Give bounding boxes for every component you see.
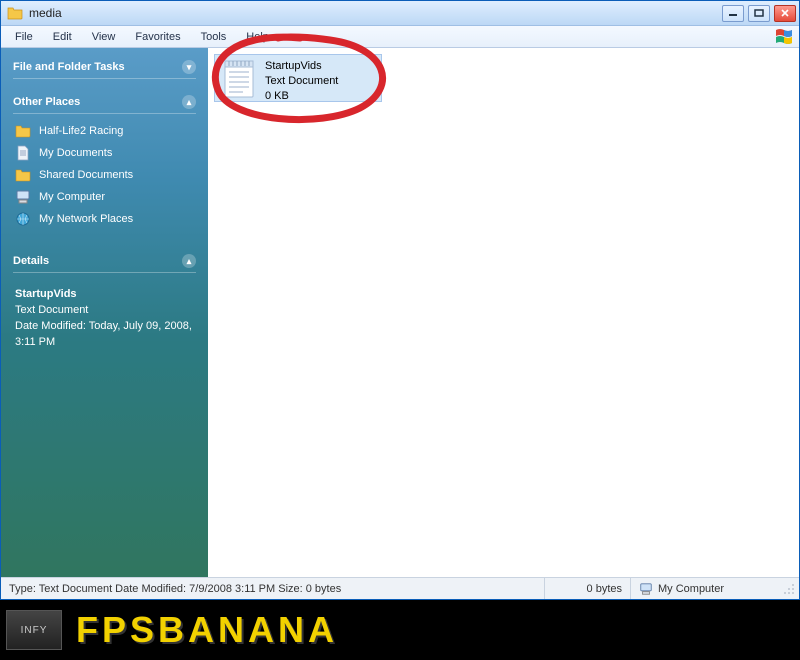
file-name: StartupVids	[265, 59, 338, 74]
window-title: media	[29, 6, 722, 20]
sidebar-item-network[interactable]: My Network Places	[13, 208, 196, 230]
sidebar-item-label: Half-Life2 Racing	[39, 125, 123, 137]
close-button[interactable]	[774, 5, 796, 22]
sidebar-header-label: File and Folder Tasks	[13, 61, 125, 73]
network-icon	[15, 211, 31, 227]
menu-view[interactable]: View	[82, 28, 126, 46]
sidebar-header-places[interactable]: Other Places ▴	[13, 95, 196, 114]
explorer-window: media File Edit View Favorites Tools Hel…	[0, 0, 800, 600]
status-bar: Type: Text Document Date Modified: 7/9/2…	[1, 577, 799, 599]
folder-icon	[15, 167, 31, 183]
window-body: File and Folder Tasks ▾ Other Places ▴ H…	[1, 48, 799, 577]
menu-bar: File Edit View Favorites Tools Help	[1, 26, 799, 48]
folder-icon	[7, 5, 23, 21]
sidebar-item-label: My Computer	[39, 191, 105, 203]
sidebar-header-label: Details	[13, 255, 49, 267]
sidebar-section-details: Details ▴	[1, 248, 208, 283]
sidebar-item-hl2racing[interactable]: Half-Life2 Racing	[13, 120, 196, 142]
document-icon	[15, 145, 31, 161]
menu-file[interactable]: File	[5, 28, 43, 46]
minimize-button[interactable]	[722, 5, 744, 22]
status-location: My Computer	[631, 578, 781, 599]
sidebar-item-label: My Network Places	[39, 213, 133, 225]
maximize-button[interactable]	[748, 5, 770, 22]
sidebar-item-mycomputer[interactable]: My Computer	[13, 186, 196, 208]
sidebar-item-mydocuments[interactable]: My Documents	[13, 142, 196, 164]
sidebar-item-label: Shared Documents	[39, 169, 133, 181]
footer-badge: INFY	[6, 610, 62, 650]
sidebar-item-shareddocs[interactable]: Shared Documents	[13, 164, 196, 186]
menu-edit[interactable]: Edit	[43, 28, 82, 46]
text-document-icon	[221, 59, 257, 99]
sidebar-section-places: Other Places ▴ Half-Life2 Racing My Docu…	[1, 89, 208, 234]
sidebar-panel: File and Folder Tasks ▾ Other Places ▴ H…	[1, 48, 208, 577]
file-item-text: StartupVids Text Document 0 KB	[265, 59, 338, 97]
status-left: Type: Text Document Date Modified: 7/9/2…	[1, 578, 545, 599]
footer-brand: FPSBANANA	[76, 609, 338, 651]
chevron-down-icon: ▾	[182, 60, 196, 74]
windows-flag-icon	[775, 29, 793, 45]
menu-favorites[interactable]: Favorites	[125, 28, 190, 46]
status-bytes: 0 bytes	[545, 578, 631, 599]
chevron-up-icon: ▴	[182, 254, 196, 268]
sidebar-item-label: My Documents	[39, 147, 112, 159]
computer-icon	[639, 582, 653, 596]
sidebar-section-tasks: File and Folder Tasks ▾	[1, 54, 208, 89]
file-item-startupvids[interactable]: StartupVids Text Document 0 KB	[214, 54, 382, 102]
sidebar-details-content: StartupVids Text Document Date Modified:…	[1, 283, 208, 355]
sidebar-header-details[interactable]: Details ▴	[13, 254, 196, 273]
window-controls	[722, 5, 796, 22]
details-file-name: StartupVids	[15, 287, 194, 303]
menu-help[interactable]: Help	[236, 28, 279, 46]
sidebar-header-label: Other Places	[13, 96, 80, 108]
computer-icon	[15, 189, 31, 205]
file-list-area[interactable]: StartupVids Text Document 0 KB	[208, 48, 799, 577]
file-size: 0 KB	[265, 89, 338, 104]
details-file-modified: Date Modified: Today, July 09, 2008, 3:1…	[15, 319, 194, 351]
footer-banner: INFY FPSBANANA	[0, 600, 800, 660]
resize-grip-icon[interactable]	[781, 581, 797, 597]
chevron-up-icon: ▴	[182, 95, 196, 109]
file-type: Text Document	[265, 74, 338, 89]
details-file-type: Text Document	[15, 303, 194, 319]
title-bar[interactable]: media	[1, 1, 799, 26]
folder-icon	[15, 123, 31, 139]
status-location-label: My Computer	[658, 583, 724, 595]
sidebar-places-list: Half-Life2 Racing My Documents Shared Do…	[13, 120, 196, 230]
sidebar-header-tasks[interactable]: File and Folder Tasks ▾	[13, 60, 196, 79]
menu-tools[interactable]: Tools	[191, 28, 237, 46]
